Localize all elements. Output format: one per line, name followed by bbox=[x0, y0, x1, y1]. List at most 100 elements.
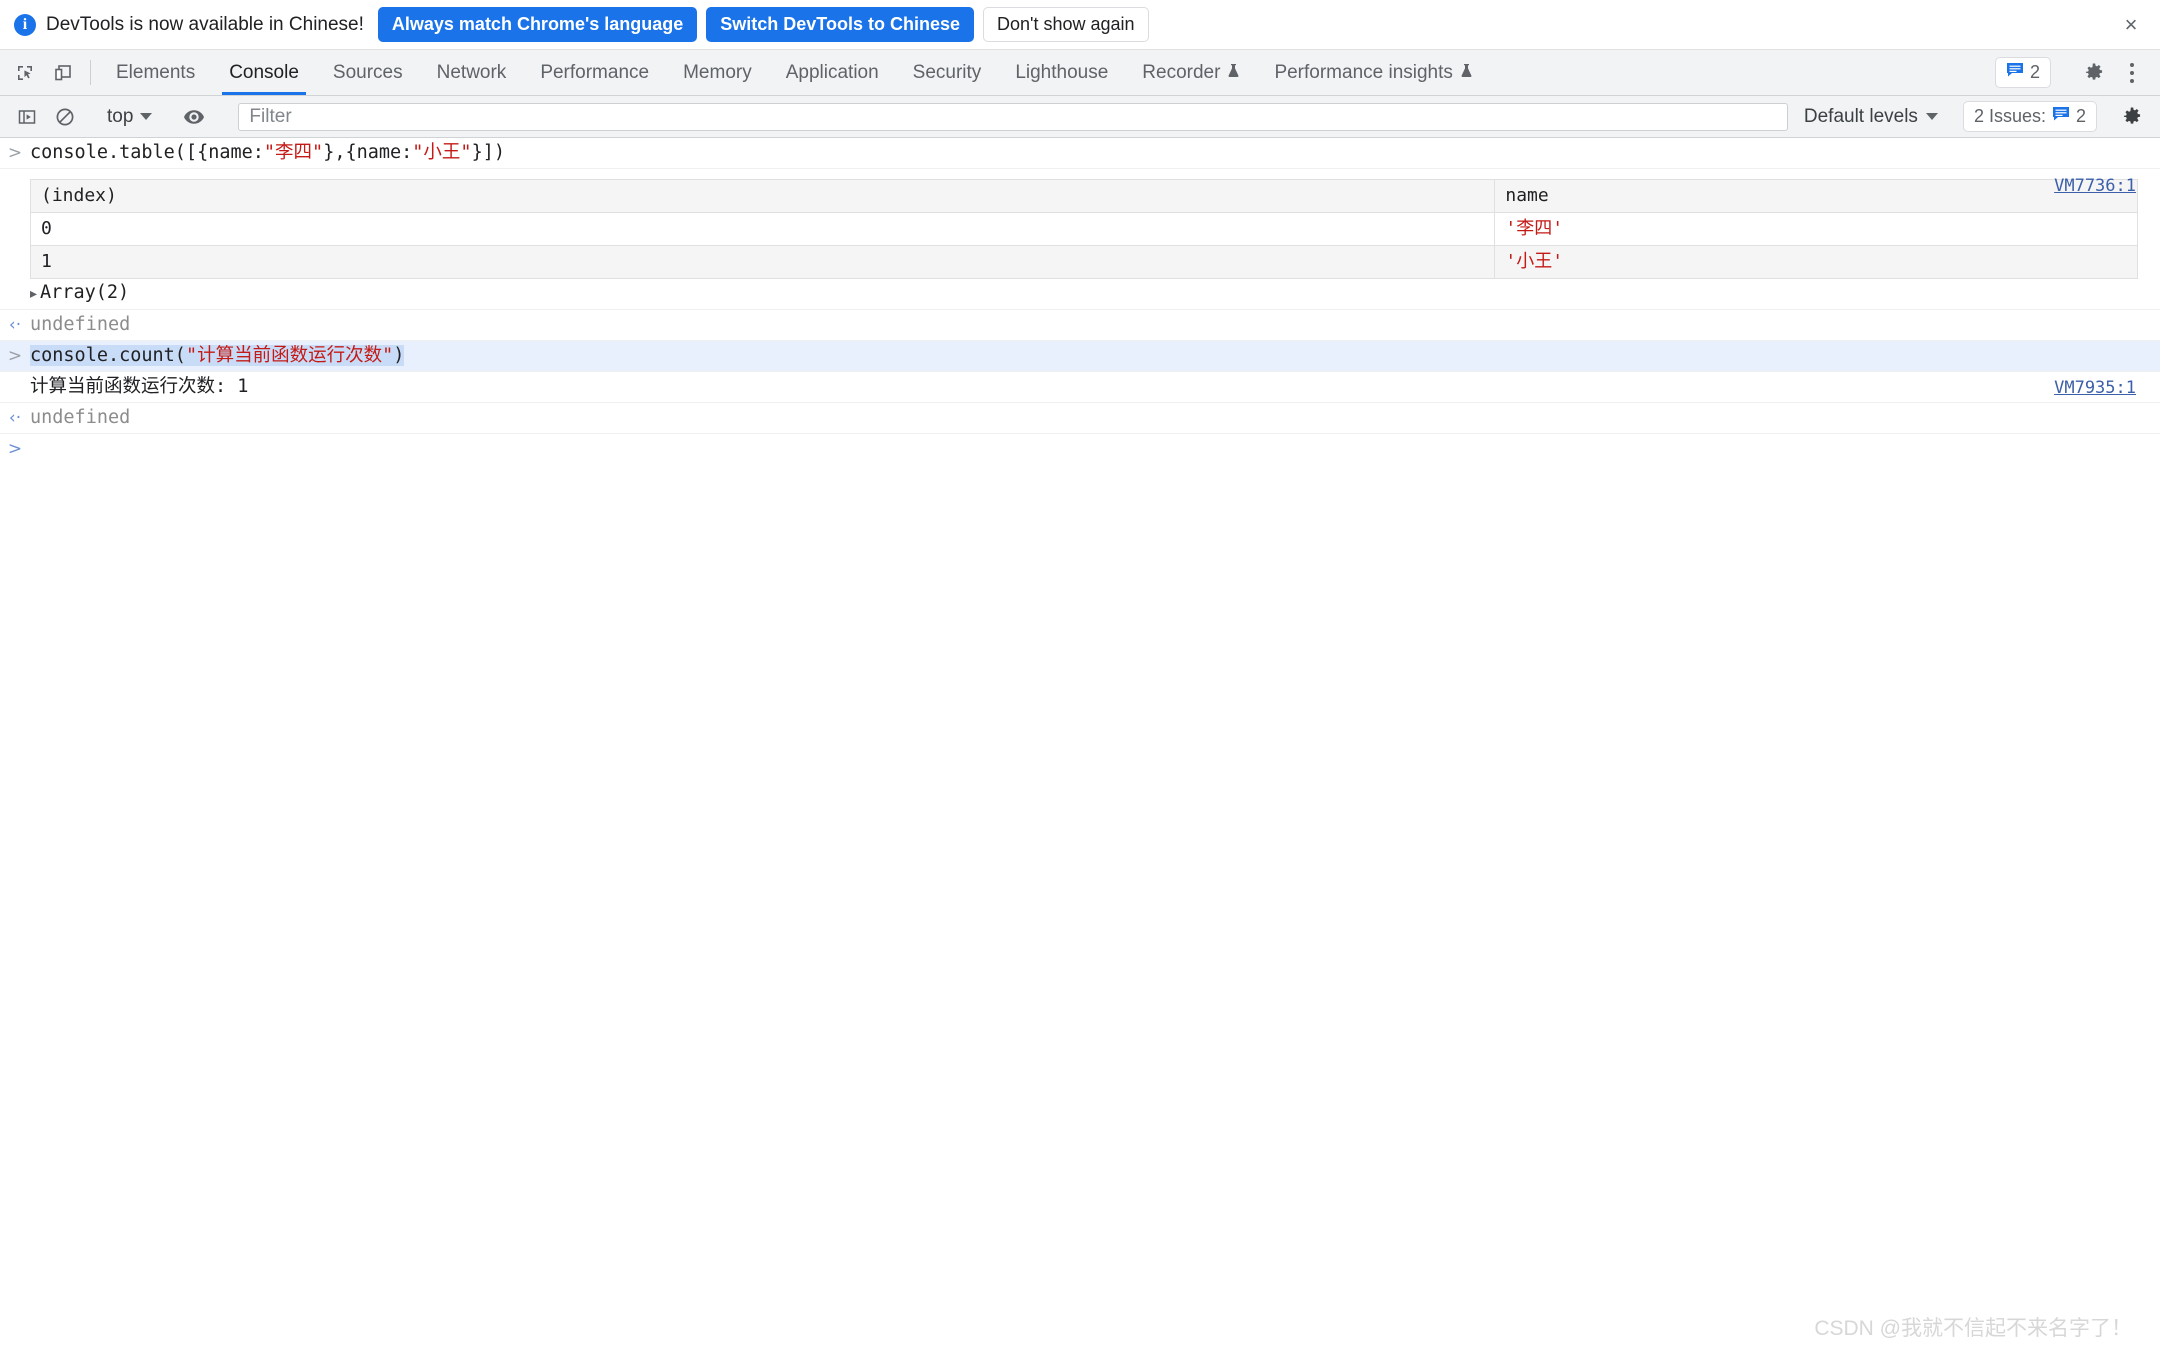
chevron-right-icon[interactable]: ▸ bbox=[30, 282, 37, 306]
tab-application[interactable]: Application bbox=[769, 50, 896, 95]
code-token: console.table([{name: bbox=[30, 142, 264, 163]
code-token: }]) bbox=[471, 142, 505, 163]
always-match-chrome-language-button[interactable]: Always match Chrome's language bbox=[377, 6, 698, 43]
code-token: },{name: bbox=[323, 142, 413, 163]
tab-network[interactable]: Network bbox=[420, 50, 524, 95]
chevron-down-icon bbox=[140, 113, 153, 120]
console-sidebar-icon[interactable] bbox=[8, 107, 46, 127]
switch-devtools-to-chinese-button[interactable]: Switch DevTools to Chinese bbox=[706, 6, 974, 43]
tab-label: Performance bbox=[540, 61, 650, 83]
console-table: (index) name 0 '李四' 1 '小王' bbox=[29, 179, 2138, 279]
devtools-language-banner: i DevTools is now available in Chinese! … bbox=[0, 0, 2160, 50]
console-result-row[interactable]: ‹· undefined bbox=[0, 403, 2160, 434]
console-issues-button[interactable]: 2 Issues: 2 bbox=[1962, 101, 2097, 132]
command-text: console.count("计算当前函数运行次数") bbox=[30, 345, 2160, 367]
table-container: VM7736:1 (index) name 0 '李四' 1 '小王' ▸ Ar… bbox=[0, 173, 2160, 306]
info-icon: i bbox=[14, 13, 36, 36]
table-header-row: (index) name bbox=[29, 179, 2138, 213]
tab-label: Performance insights bbox=[1274, 61, 1453, 83]
toolbar-divider bbox=[90, 60, 91, 85]
issues-count: 2 bbox=[2029, 62, 2040, 82]
result-value: undefined bbox=[30, 314, 131, 335]
selected-code: console.count("计算当前函数运行次数") bbox=[30, 345, 405, 366]
issues-message-icon bbox=[2052, 106, 2070, 127]
console-result-row[interactable]: ‹· undefined bbox=[0, 310, 2160, 341]
banner-message: DevTools is now available in Chinese! bbox=[46, 13, 364, 35]
issues-counter-button[interactable]: 2 bbox=[1994, 57, 2051, 88]
cell-name: '李四' bbox=[1494, 212, 2138, 246]
tab-security[interactable]: Security bbox=[896, 50, 999, 95]
tab-label: Security bbox=[912, 61, 982, 83]
string-token: "小王" bbox=[412, 142, 472, 163]
console-prompt-row[interactable]: > bbox=[0, 434, 2160, 465]
watermark: CSDN @我就不信起不来名字了！ bbox=[1814, 1317, 2132, 1340]
console-filter-toolbar: top Default levels 2 Issues: 2 bbox=[0, 96, 2160, 138]
string-token: "李四" bbox=[263, 142, 324, 163]
source-link[interactable]: VM7736:1 bbox=[2054, 175, 2136, 197]
dont-show-again-button[interactable]: Don't show again bbox=[982, 6, 1149, 43]
filter-input[interactable] bbox=[238, 102, 1788, 131]
table-row[interactable]: 1 '小王' bbox=[29, 245, 2138, 279]
console-command-row-selected[interactable]: > console.count("计算当前函数运行次数") bbox=[0, 341, 2160, 372]
live-expression-icon[interactable] bbox=[175, 108, 213, 126]
issues-label: 2 Issues: bbox=[1973, 106, 2046, 126]
tab-label: Network bbox=[436, 61, 507, 83]
tab-performance[interactable]: Performance bbox=[523, 50, 666, 95]
cell-index: 1 bbox=[29, 245, 1496, 279]
tab-lighthouse[interactable]: Lighthouse bbox=[998, 50, 1125, 95]
log-levels-selector[interactable]: Default levels bbox=[1796, 104, 1946, 130]
console-table-row[interactable]: VM7736:1 (index) name 0 '李四' 1 '小王' ▸ Ar… bbox=[0, 169, 2160, 310]
result-arrow-icon: ‹· bbox=[8, 408, 22, 428]
tab-recorder[interactable]: Recorder bbox=[1125, 50, 1257, 95]
prompt-icon: > bbox=[7, 439, 23, 459]
tab-sources[interactable]: Sources bbox=[316, 50, 420, 95]
tab-label: Memory bbox=[683, 61, 752, 83]
tab-label: Console bbox=[229, 61, 299, 83]
devtools-tabstrip: Elements Console Sources Network Perform… bbox=[0, 50, 2160, 96]
column-header-index[interactable]: (index) bbox=[29, 179, 1496, 213]
issues-count: 2 bbox=[2075, 106, 2086, 126]
array-label: Array(2) bbox=[40, 282, 130, 303]
cell-name: '小王' bbox=[1494, 245, 2138, 279]
console-table-wrap: (index) name 0 '李四' 1 '小王' bbox=[29, 179, 2138, 279]
result-arrow-icon: ‹· bbox=[8, 315, 22, 335]
tab-elements[interactable]: Elements bbox=[99, 50, 212, 95]
source-link[interactable]: VM7935:1 bbox=[2054, 378, 2136, 398]
kebab-menu-icon[interactable] bbox=[2116, 62, 2148, 83]
panel-tabs: Elements Console Sources Network Perform… bbox=[99, 50, 1490, 95]
table-row[interactable]: 0 '李四' bbox=[29, 212, 2138, 246]
tab-label: Application bbox=[785, 61, 879, 83]
tab-performance-insights[interactable]: Performance insights bbox=[1257, 50, 1489, 95]
array-expand-row[interactable]: ▸ Array(2) bbox=[30, 281, 2160, 306]
issues-message-icon bbox=[2006, 62, 2024, 83]
tab-memory[interactable]: Memory bbox=[666, 50, 769, 95]
experiment-flask-icon bbox=[1460, 62, 1473, 84]
execution-context-selector[interactable]: top bbox=[101, 104, 158, 130]
command-prompt-icon: > bbox=[7, 346, 23, 366]
tab-label: Elements bbox=[116, 61, 196, 83]
cell-index: 0 bbox=[29, 212, 1496, 246]
code-token: console.count( bbox=[30, 345, 186, 366]
device-toolbar-icon[interactable] bbox=[44, 50, 82, 95]
clear-console-icon[interactable] bbox=[46, 107, 84, 127]
gear-icon[interactable] bbox=[2114, 99, 2150, 135]
tabstrip-right-controls: 2 bbox=[1994, 50, 2160, 95]
code-token: ) bbox=[393, 345, 405, 366]
log-levels-label: Default levels bbox=[1803, 105, 1918, 127]
result-value: undefined bbox=[30, 407, 131, 428]
console-message-list[interactable]: > console.table([{name:"李四"},{name:"小王"}… bbox=[0, 138, 2160, 1352]
tab-label: Recorder bbox=[1142, 61, 1221, 83]
column-header-name[interactable]: name bbox=[1494, 179, 2138, 213]
command-prompt-icon: > bbox=[7, 143, 23, 163]
experiment-flask-icon bbox=[1227, 62, 1240, 84]
tab-console[interactable]: Console bbox=[212, 50, 316, 95]
log-text: 计算当前函数运行次数: 1 bbox=[30, 376, 249, 397]
gear-icon[interactable] bbox=[2076, 55, 2112, 91]
console-command-row[interactable]: > console.table([{name:"李四"},{name:"小王"}… bbox=[0, 138, 2160, 169]
execution-context-label: top bbox=[107, 105, 134, 127]
table-body: 0 '李四' 1 '小王' bbox=[29, 212, 2138, 279]
console-log-row[interactable]: 计算当前函数运行次数: 1 VM7935:1 bbox=[0, 372, 2160, 403]
close-icon[interactable]: × bbox=[2118, 12, 2144, 38]
inspect-element-icon[interactable] bbox=[6, 50, 44, 95]
chevron-down-icon bbox=[1925, 113, 1938, 120]
